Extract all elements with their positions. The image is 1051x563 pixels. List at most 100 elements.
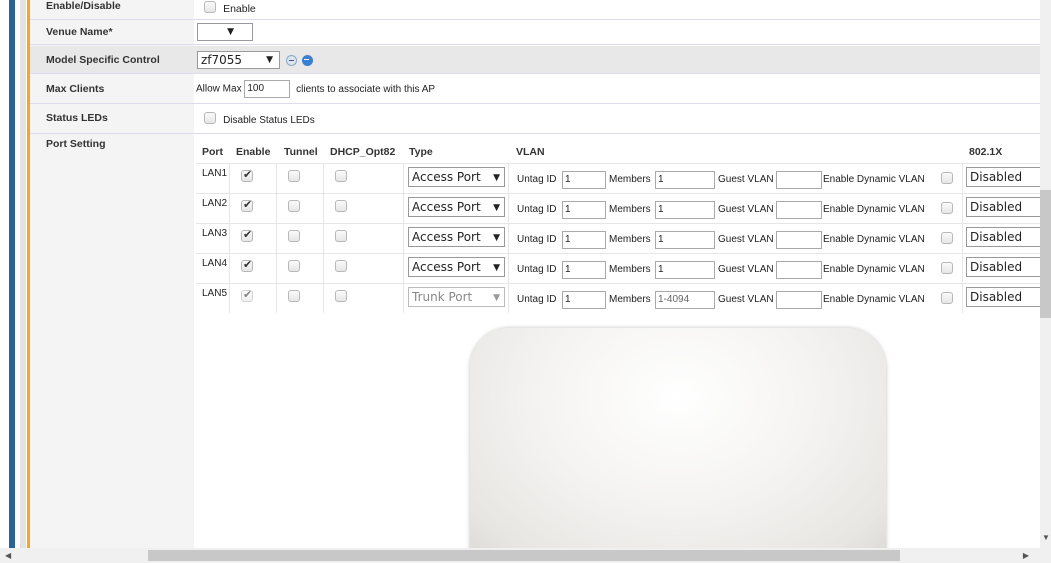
members-label: Members	[609, 264, 651, 275]
port-dhcp-checkbox[interactable]	[335, 200, 347, 212]
header-enable: Enable	[236, 146, 271, 158]
members-label: Members	[609, 204, 651, 215]
dot1x-select[interactable]: Disabled	[966, 167, 1046, 187]
horizontal-scroll-thumb[interactable]	[148, 550, 900, 561]
row-status-leds: Status LEDs Disable Status LEDs	[30, 105, 1040, 134]
scroll-left-icon[interactable]: ◀	[5, 551, 11, 560]
port-dhcp-checkbox[interactable]	[335, 230, 347, 242]
port-type-select[interactable]: Access Port ▼	[408, 257, 505, 277]
members-input[interactable]: 1	[655, 201, 715, 219]
dynamic-vlan-checkbox[interactable]	[941, 292, 953, 304]
header-vlan: VLAN	[516, 146, 545, 158]
members-input[interactable]: 1	[655, 231, 715, 249]
guest-vlan-input[interactable]	[776, 171, 822, 189]
untag-id-input[interactable]: 1	[562, 261, 606, 279]
dynamic-vlan-checkbox[interactable]	[941, 172, 953, 184]
port-tunnel-checkbox[interactable]	[288, 230, 300, 242]
dot1x-select[interactable]: Disabled	[966, 227, 1046, 247]
port-name: LAN1	[202, 168, 228, 179]
port-name: LAN3	[202, 228, 228, 239]
header-type: Type	[409, 146, 433, 158]
port-dhcp-checkbox[interactable]	[335, 260, 347, 272]
header-port: Port	[202, 146, 223, 158]
untag-id-input[interactable]: 1	[562, 201, 606, 219]
untag-id-input[interactable]: 1	[562, 231, 606, 249]
row-label: Status LEDs	[46, 112, 108, 124]
dot1x-select[interactable]: Disabled	[966, 287, 1046, 307]
port-setting-label: Port Setting	[46, 138, 106, 150]
disable-leds-checkbox[interactable]	[204, 112, 216, 125]
members-label: Members	[609, 294, 651, 305]
row-label: Venue Name*	[46, 26, 113, 38]
dynamic-vlan-label: Enable Dynamic VLAN	[823, 234, 925, 245]
dot1x-select[interactable]: Disabled	[966, 257, 1046, 277]
port-name: LAN4	[202, 258, 228, 269]
guest-vlan-input[interactable]	[776, 231, 822, 249]
port-tunnel-checkbox[interactable]	[288, 170, 300, 182]
row-label: Model Specific Control	[46, 54, 160, 66]
header-tunnel: Tunnel	[284, 146, 318, 158]
port-enable-checkbox[interactable]	[241, 288, 253, 302]
column-divider	[229, 163, 230, 313]
untag-id-input[interactable]: 1	[562, 291, 606, 309]
untag-id-input[interactable]: 1	[562, 171, 606, 189]
header-dhcp: DHCP_Opt82	[330, 146, 396, 158]
guest-vlan-label: Guest VLAN	[718, 174, 774, 185]
row-venue-name: Venue Name* ▼	[30, 20, 1040, 45]
row-label: Max Clients	[46, 83, 105, 95]
horizontal-scrollbar[interactable]: ◀ ▶	[0, 548, 1051, 563]
untag-label: Untag ID	[517, 204, 557, 215]
scroll-right-icon[interactable]: ▶	[1023, 551, 1029, 560]
nav-strip	[9, 0, 15, 548]
guest-vlan-label: Guest VLAN	[718, 234, 774, 245]
enable-checkbox[interactable]	[204, 1, 216, 14]
nav-gutter	[20, 0, 26, 548]
venue-name-select[interactable]: ▼	[197, 23, 253, 41]
members-input[interactable]: 1-4094	[655, 291, 715, 309]
disable-leds-label: Disable Status LEDs	[223, 114, 315, 126]
untag-label: Untag ID	[517, 234, 557, 245]
row-label: Enable/Disable	[46, 0, 121, 12]
vertical-scrollbar[interactable]: ▼	[1040, 0, 1051, 548]
max-clients-prefix: Allow Max	[196, 83, 242, 95]
guest-vlan-input[interactable]	[776, 201, 822, 219]
port-enable-checkbox[interactable]	[241, 228, 253, 242]
port-dhcp-checkbox[interactable]	[335, 170, 347, 182]
members-label: Members	[609, 174, 651, 185]
guest-vlan-input[interactable]	[776, 261, 822, 279]
dynamic-vlan-checkbox[interactable]	[941, 202, 953, 214]
port-type-select[interactable]: Access Port ▼	[408, 197, 505, 217]
dynamic-vlan-checkbox[interactable]	[941, 262, 953, 274]
port-type-select[interactable]: Access Port ▼	[408, 167, 505, 187]
members-input[interactable]: 1	[655, 171, 715, 189]
port-enable-checkbox[interactable]	[241, 198, 253, 212]
dynamic-vlan-checkbox[interactable]	[941, 232, 953, 244]
guest-vlan-label: Guest VLAN	[718, 294, 774, 305]
scroll-down-icon[interactable]: ▼	[1042, 533, 1050, 542]
max-clients-suffix: clients to associate with this AP	[296, 83, 436, 95]
untag-label: Untag ID	[517, 294, 557, 305]
vertical-scroll-thumb[interactable]	[1040, 190, 1051, 318]
port-tunnel-checkbox[interactable]	[288, 260, 300, 272]
guest-vlan-input[interactable]	[776, 291, 822, 309]
max-clients-input[interactable]: 100	[244, 80, 291, 98]
column-divider	[962, 163, 963, 313]
port-type-select[interactable]: Trunk Port ▼	[408, 287, 505, 307]
row-max-clients: Max Clients Allow Max 100 clients to ass…	[30, 75, 1040, 104]
port-enable-checkbox[interactable]	[241, 258, 253, 272]
model-select[interactable]: zf7055 ▼	[197, 51, 280, 69]
port-enable-checkbox[interactable]	[241, 168, 253, 182]
port-tunnel-checkbox[interactable]	[288, 290, 300, 302]
column-divider	[276, 163, 277, 313]
dot1x-select[interactable]: Disabled	[966, 197, 1046, 217]
port-name: LAN2	[202, 198, 228, 209]
port-dhcp-checkbox[interactable]	[335, 290, 347, 302]
port-tunnel-checkbox[interactable]	[288, 200, 300, 212]
expand-icon[interactable]	[302, 54, 314, 66]
dynamic-vlan-label: Enable Dynamic VLAN	[823, 294, 925, 305]
column-divider	[323, 163, 324, 313]
port-type-select[interactable]: Access Port ▼	[408, 227, 505, 247]
members-input[interactable]: 1	[655, 261, 715, 279]
collapse-icon[interactable]	[286, 54, 298, 66]
header-8021x: 802.1X	[969, 146, 1003, 158]
